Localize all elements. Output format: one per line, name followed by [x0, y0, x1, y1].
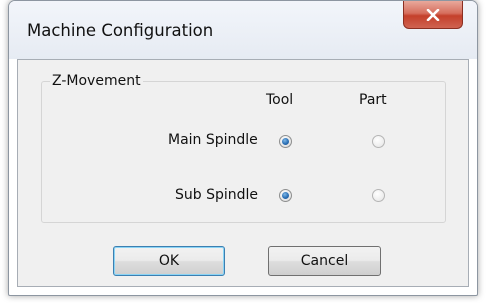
ok-button[interactable]: OK — [113, 246, 225, 276]
main-spindle-tool-radio[interactable] — [279, 135, 292, 148]
column-header-part: Part — [359, 92, 387, 108]
dialog-content: Z-Movement Tool Part Main Spindle Sub Sp… — [17, 59, 469, 287]
group-title: Z-Movement — [50, 73, 143, 89]
close-button[interactable] — [403, 1, 463, 29]
main-spindle-part-radio[interactable] — [372, 135, 385, 148]
title-bar: Machine Configuration — [9, 1, 477, 59]
close-icon — [426, 8, 440, 21]
column-header-tool: Tool — [266, 92, 294, 108]
row-label-sub-spindle: Sub Spindle — [175, 187, 259, 203]
sub-spindle-tool-radio[interactable] — [279, 189, 292, 202]
dialog-title: Machine Configuration — [27, 21, 214, 40]
sub-spindle-part-radio[interactable] — [372, 189, 385, 202]
cancel-button[interactable]: Cancel — [268, 246, 381, 276]
machine-configuration-dialog: Machine Configuration Z-Movement Tool Pa… — [8, 0, 478, 296]
row-label-main-spindle: Main Spindle — [168, 132, 258, 148]
z-movement-group: Z-Movement Tool Part Main Spindle Sub Sp… — [41, 73, 446, 223]
